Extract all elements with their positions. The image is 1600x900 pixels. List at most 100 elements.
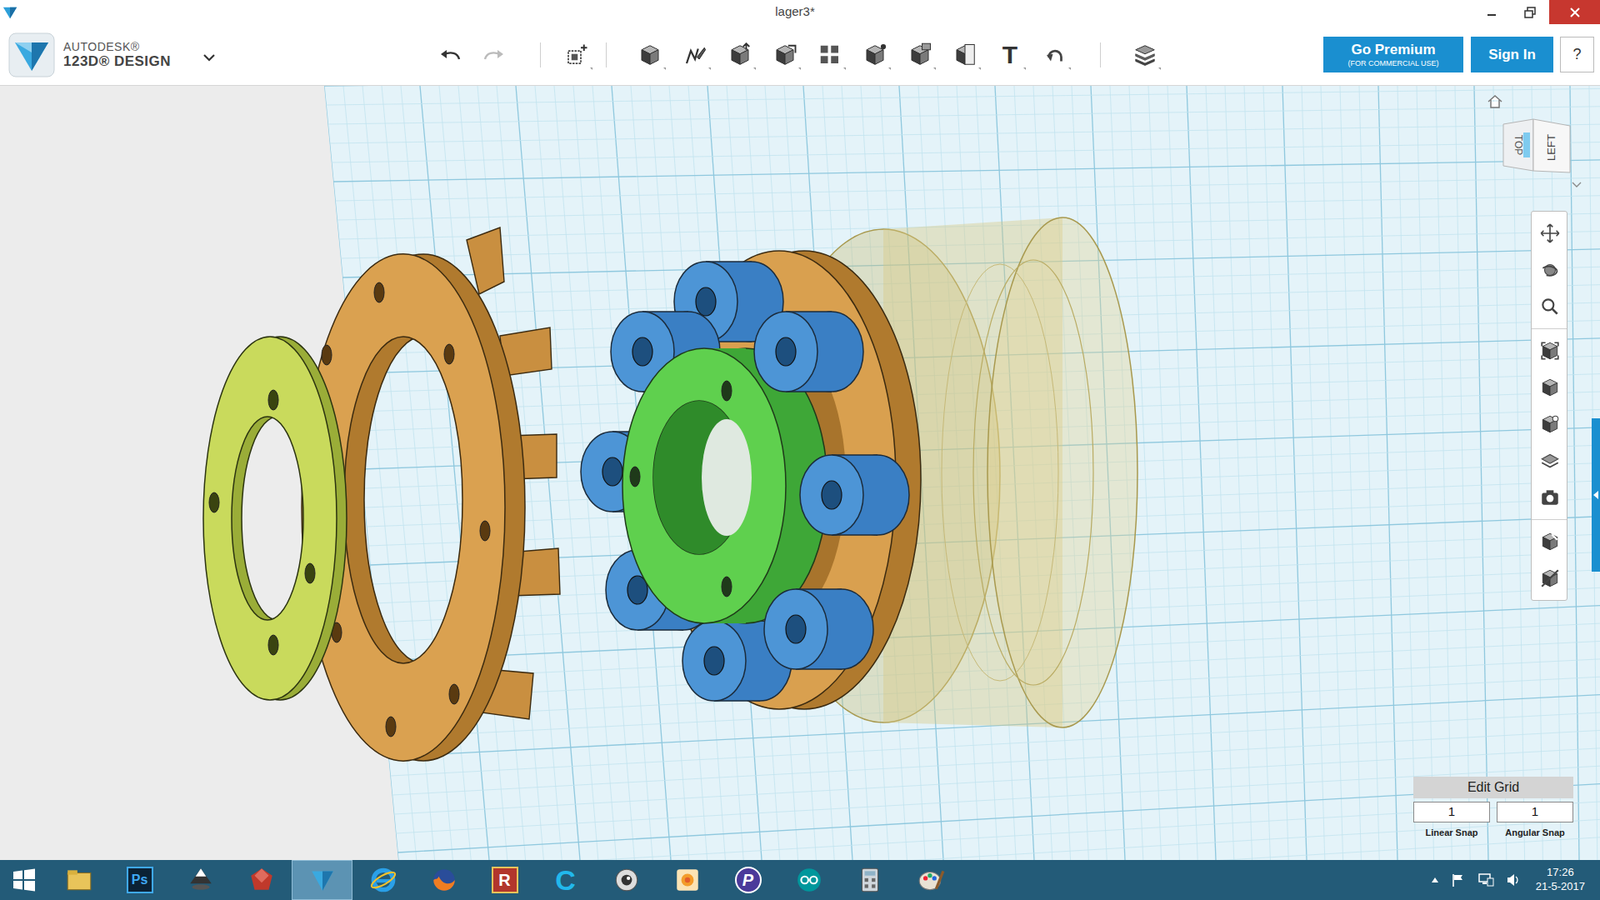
svg-text:TOP: TOP <box>1512 135 1525 155</box>
camera-icon <box>1539 486 1561 509</box>
sign-in-button[interactable]: Sign In <box>1470 36 1554 73</box>
canvas-area: TOPLEFT Edit Grid1 Linear Snap 1Angular Sna… <box>0 85 1600 860</box>
arduino-icon <box>795 865 824 895</box>
taskbar-app[interactable]: R <box>474 860 535 900</box>
snap-field: 1Angular Snap <box>1496 801 1574 840</box>
network-icon[interactable] <box>1477 872 1495 888</box>
combine-tool[interactable] <box>897 36 943 74</box>
zoom-button[interactable] <box>1531 288 1569 325</box>
pattern-tool[interactable] <box>807 36 853 74</box>
visibility-icon <box>1539 413 1561 435</box>
snap-button[interactable] <box>1531 523 1569 560</box>
spacer-cylinder[interactable] <box>754 311 864 392</box>
gem-icon <box>247 865 276 895</box>
text-tool-label: T <box>1002 42 1018 68</box>
snap-label: Linear Snap <box>1425 825 1479 840</box>
taskbar-app[interactable] <box>595 860 657 900</box>
toolbar-separator <box>1100 42 1101 68</box>
action-center-flag-icon[interactable] <box>1450 872 1466 888</box>
papp-icon: P <box>735 866 762 894</box>
restore-icon <box>1524 6 1536 19</box>
visibility-button[interactable] <box>1531 405 1569 443</box>
orbit-button[interactable] <box>1531 251 1569 289</box>
taskbar-app[interactable] <box>352 860 414 900</box>
show-hidden-icons-icon[interactable] <box>1430 876 1440 884</box>
123d-logo-icon <box>8 32 55 78</box>
taskbar-app[interactable] <box>291 860 353 900</box>
redo-button[interactable] <box>482 43 506 67</box>
taskbar-app[interactable] <box>900 860 961 900</box>
app-menu[interactable]: AUTODESK®123D® DESIGN <box>0 32 434 78</box>
edit-grid-panel: Edit Grid1 Linear Snap 1Angular Snap <box>1413 776 1574 840</box>
taskbar-app[interactable] <box>778 860 840 900</box>
text-tool[interactable]: T <box>987 36 1033 74</box>
material-button[interactable] <box>1531 442 1569 480</box>
taskbar-app[interactable] <box>170 860 231 900</box>
snap-tool[interactable] <box>1032 36 1078 74</box>
home-view-icon[interactable] <box>1486 94 1504 110</box>
taskbar-app[interactable] <box>230 860 292 900</box>
views-button[interactable] <box>1531 369 1569 406</box>
sketch-tool[interactable] <box>672 36 718 74</box>
material-tool[interactable] <box>1122 36 1168 74</box>
inkscape-icon <box>186 865 215 895</box>
fit-icon <box>1539 340 1561 362</box>
snap-input[interactable]: 1 <box>1413 801 1490 823</box>
views-icon <box>1539 376 1561 399</box>
construct-tool[interactable] <box>717 36 763 74</box>
side-panel-tab[interactable] <box>1591 418 1600 572</box>
measure-tool[interactable] <box>942 36 988 74</box>
pan-button[interactable] <box>1531 215 1569 252</box>
taskbar-app[interactable] <box>656 860 718 900</box>
undo-icon <box>439 47 461 63</box>
toolbar-separator <box>605 42 607 68</box>
clock[interactable]: 17:2621-5-2017 <box>1532 865 1589 895</box>
taskbar-app[interactable] <box>413 860 475 900</box>
volume-icon[interactable] <box>1505 872 1521 888</box>
go-premium-button[interactable]: Go Premium(FOR COMMERCIAL USE) <box>1323 36 1464 73</box>
taskbar-app[interactable] <box>48 860 110 900</box>
window-title: lager3* <box>17 2 1473 22</box>
minimize-button[interactable] <box>1472 0 1511 25</box>
pattern-icon <box>817 42 843 68</box>
toolbar-separator <box>540 42 541 68</box>
taskbar-app[interactable]: P <box>717 860 779 900</box>
orbit-icon <box>1539 259 1561 281</box>
taskbar: Ps RC P 17:2621-5-2017 <box>0 860 1600 900</box>
close-icon <box>1570 7 1580 18</box>
primitives-tool[interactable] <box>627 36 673 74</box>
snap-input[interactable]: 1 <box>1496 801 1574 823</box>
spacer-cylinder[interactable] <box>800 455 910 535</box>
hide-button[interactable] <box>1531 560 1569 597</box>
brand-product: 123D® DESIGN <box>63 53 171 70</box>
start-button[interactable] <box>0 860 49 900</box>
view-cube[interactable]: TOPLEFT <box>1496 112 1577 180</box>
material-icon <box>1132 42 1158 68</box>
minimize-icon <box>1486 7 1497 18</box>
sketch-icon <box>682 42 708 68</box>
app-window: lager3* AUTODESK®123D® DESIGN T Go Premium(… <box>0 0 1600 900</box>
modify-tool[interactable] <box>762 36 808 74</box>
taskbar-app[interactable]: C <box>535 860 596 900</box>
outer-ring-front[interactable] <box>941 217 1138 728</box>
taskbar-app[interactable]: Ps <box>109 860 170 900</box>
fit-button[interactable] <box>1531 332 1569 370</box>
spacer-cylinder[interactable] <box>764 589 874 670</box>
taskbar-app[interactable] <box>839 860 900 900</box>
explorer-icon <box>65 865 94 895</box>
camera-button[interactable] <box>1531 479 1569 516</box>
view-cube-menu-icon[interactable] <box>1570 180 1583 190</box>
transform-tool[interactable] <box>554 36 600 74</box>
maximize-button[interactable] <box>1510 0 1550 25</box>
pan-icon <box>1539 222 1561 245</box>
washer-ring-part[interactable] <box>203 336 347 700</box>
snap-icon <box>1539 530 1561 553</box>
design123d-icon <box>308 865 337 895</box>
close-button[interactable] <box>1549 0 1600 25</box>
undo-button[interactable] <box>438 43 462 67</box>
3d-viewport[interactable] <box>0 85 1600 860</box>
edit-grid-button[interactable]: Edit Grid <box>1413 776 1574 799</box>
grouping-tool[interactable] <box>852 36 898 74</box>
help-button[interactable]: ? <box>1560 36 1595 73</box>
construct-icon <box>727 42 753 68</box>
